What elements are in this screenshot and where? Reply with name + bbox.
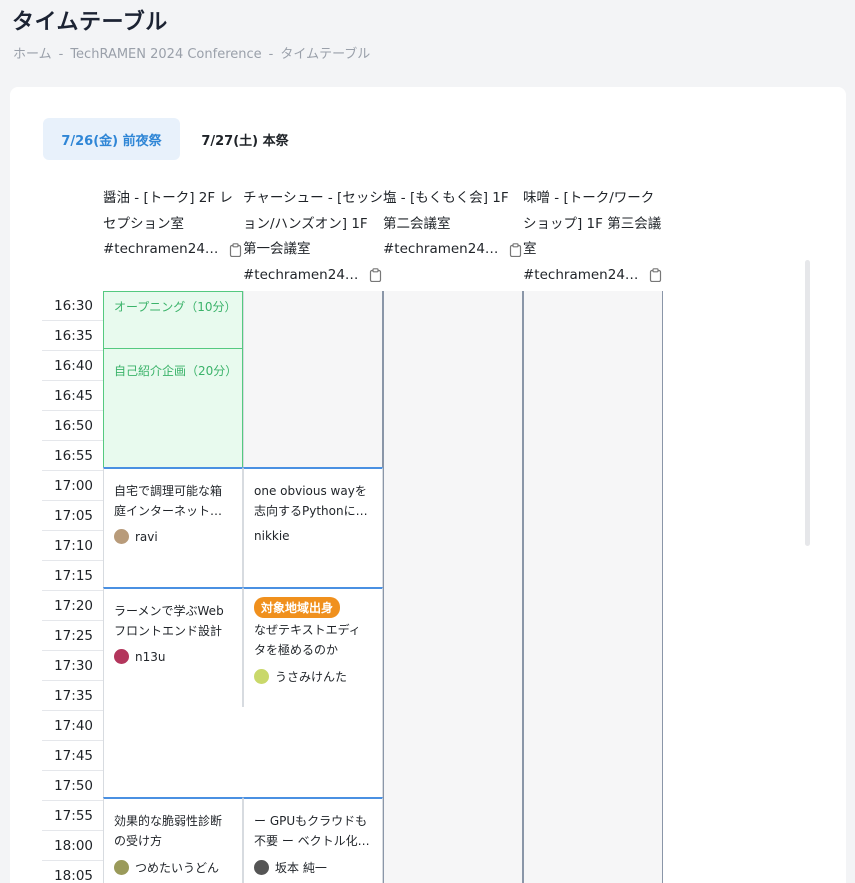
empty-slot [523, 291, 663, 883]
timetable-grid: オープニング（10分） 自己紹介企画（20分） 自宅で調理可能な箱庭インターネッ… [103, 291, 663, 883]
time-label: 17:05 [42, 501, 103, 531]
breadcrumb: ホーム - TechRAMEN 2024 Conference - タイムテーブル [13, 43, 370, 62]
session-card[interactable]: 自宅で調理可能な箱庭インターネット環境 ravi [103, 467, 243, 588]
room-name: チャーシュー - [セッション/ハンズオン] 1F 第一会議室 [243, 190, 383, 257]
room-name: 醤油 - [トーク] 2F レセプション室 [103, 190, 233, 232]
event-opening[interactable]: オープニング（10分） [103, 291, 243, 349]
avatar [114, 649, 129, 664]
speaker-name: つめたいうどん [135, 861, 220, 875]
breadcrumb-current: タイムテーブル [280, 47, 371, 62]
speaker-name: n13u [135, 649, 166, 664]
time-label: 16:35 [42, 321, 103, 351]
session-card[interactable]: one obvious wayを志向するPythonについて nikkie [243, 467, 383, 588]
time-label: 16:40 [42, 351, 103, 381]
session-speaker: つめたいうどん [114, 859, 232, 876]
room-hashtag: #techramen24miso [523, 266, 641, 283]
time-label: 18:05 [42, 861, 103, 883]
session-card[interactable]: 対象地域出身 なぜテキストエディタを極めるのか うさみけんた [243, 587, 383, 708]
time-label: 17:55 [42, 801, 103, 831]
time-label: 17:50 [42, 771, 103, 801]
clipboard-icon[interactable] [649, 268, 662, 283]
session-card[interactable]: 効果的な脆弱性診断の受け方 つめたいうどん [103, 797, 243, 883]
tab-day-eve[interactable]: 7/26(金) 前夜祭 [43, 118, 180, 160]
time-column: 16:30 16:35 16:40 16:45 16:50 16:55 17:0… [42, 291, 103, 883]
time-label: 17:40 [42, 711, 103, 741]
time-label: 17:35 [42, 681, 103, 711]
status-badge: 対象地域出身 [254, 597, 341, 618]
session-speaker: nikkie [254, 529, 372, 543]
event-intro[interactable]: 自己紹介企画（20分） [103, 348, 243, 468]
breadcrumb-separator: - [58, 47, 64, 62]
room-header-miso: 味噌 - [トーク/ワークショップ] 1F 第三会議室 #techramen24… [523, 186, 663, 288]
time-label: 17:15 [42, 561, 103, 591]
session-speaker: うさみけんた [254, 668, 372, 685]
time-label: 16:45 [42, 381, 103, 411]
session-title: ー GPUもクラウドも不要 ー ベクトル化による高速化 [254, 814, 370, 848]
clipboard-icon[interactable] [369, 268, 382, 283]
time-label: 16:55 [42, 441, 103, 471]
time-label: 16:50 [42, 411, 103, 441]
session-speaker: ravi [114, 529, 232, 544]
room-header-shoyu: 醤油 - [トーク] 2F レセプション室 #techramen24shoyu [103, 186, 243, 263]
breadcrumb-separator: - [268, 47, 274, 62]
session-title: なぜテキストエディタを極めるのか [254, 623, 361, 657]
session-speaker: n13u [114, 649, 232, 664]
avatar [114, 529, 129, 544]
time-label: 16:30 [42, 291, 103, 321]
break-slot [103, 707, 383, 798]
session-speaker: 坂本 純一 [254, 859, 372, 876]
room-header-shio: 塩 - [もくもく会] 1F 第二会議室 #techramen24shio [383, 186, 523, 263]
session-title: one obvious wayを志向するPythonについて [254, 484, 368, 518]
time-label: 17:30 [42, 651, 103, 681]
breadcrumb-conference[interactable]: TechRAMEN 2024 Conference [70, 47, 261, 62]
avatar [254, 669, 269, 684]
session-title: ラーメンで学ぶWebフロントエンド設計 [114, 604, 224, 638]
speaker-name: 坂本 純一 [275, 861, 327, 875]
avatar [114, 860, 129, 875]
speaker-name: ravi [135, 529, 158, 544]
session-title: 効果的な脆弱性診断の受け方 [114, 814, 223, 848]
session-title: 自宅で調理可能な箱庭インターネット環境 [114, 484, 223, 518]
room-name: 味噌 - [トーク/ワークショップ] 1F 第三会議室 [523, 190, 662, 257]
room-hashtag: #techramen24shio [383, 241, 501, 257]
clipboard-icon[interactable] [229, 242, 242, 257]
scrollbar[interactable] [805, 260, 810, 546]
page-title: タイムテーブル [12, 10, 168, 35]
session-card[interactable]: ラーメンで学ぶWebフロントエンド設計 n13u [103, 587, 243, 708]
avatar [254, 860, 269, 875]
speaker-name: うさみけんた [275, 670, 348, 684]
session-card[interactable]: ー GPUもクラウドも不要 ー ベクトル化による高速化 坂本 純一 [243, 797, 383, 883]
room-hashtag: #techramen24shoyu [103, 241, 221, 257]
room-hashtag: #techramen24chashu [243, 266, 361, 283]
time-label: 17:25 [42, 621, 103, 651]
time-label: 18:00 [42, 831, 103, 861]
clipboard-icon[interactable] [509, 242, 522, 257]
time-label: 17:00 [42, 471, 103, 501]
empty-slot [243, 291, 383, 468]
empty-slot [383, 291, 523, 883]
speaker-name: nikkie [254, 529, 290, 543]
time-label: 17:10 [42, 531, 103, 561]
room-name: 塩 - [もくもく会] 1F 第二会議室 [383, 190, 509, 232]
time-label: 17:20 [42, 591, 103, 621]
room-header-chashu: チャーシュー - [セッション/ハンズオン] 1F 第一会議室 #techram… [243, 186, 383, 288]
time-label: 17:45 [42, 741, 103, 771]
breadcrumb-home[interactable]: ホーム [13, 47, 52, 62]
tab-day-main[interactable]: 7/27(土) 本祭 [190, 118, 300, 160]
